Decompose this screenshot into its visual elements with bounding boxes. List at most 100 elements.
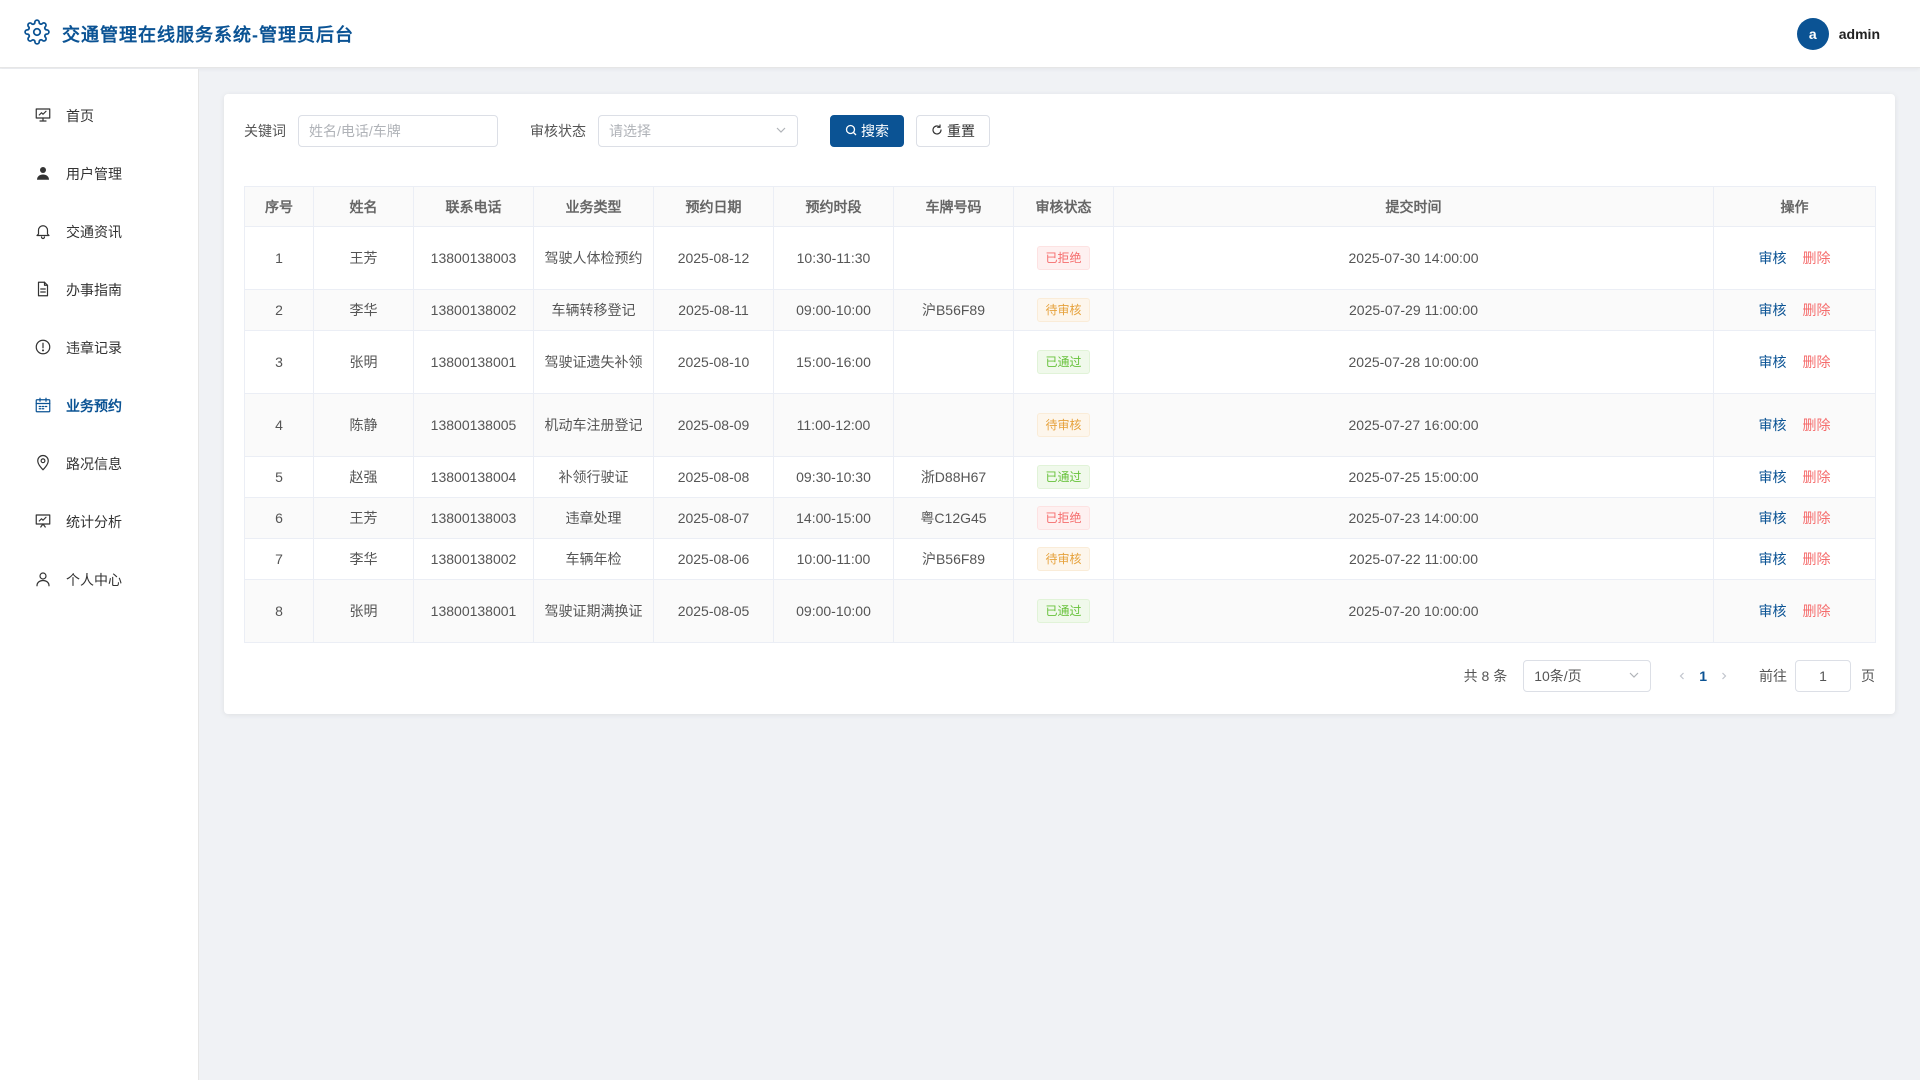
- actions-cell: 审核 删除: [1713, 330, 1876, 394]
- column-header[interactable]: 业务类型: [533, 186, 654, 227]
- plate-number: [893, 330, 1014, 394]
- bell-icon: [34, 222, 52, 243]
- delete-link[interactable]: 删除: [1803, 551, 1831, 567]
- applicant-name: 陈静: [313, 393, 414, 457]
- audit-link[interactable]: 审核: [1759, 417, 1787, 433]
- sidebar-item-news[interactable]: 交通资讯: [0, 203, 198, 261]
- chevron-down-icon: [775, 123, 787, 139]
- app-title: 交通管理在线服务系统-管理员后台: [62, 24, 354, 45]
- phone-number: 13800138003: [413, 226, 534, 290]
- appointment-date: 2025-08-07: [653, 497, 774, 539]
- search-button[interactable]: 搜索: [830, 115, 904, 147]
- audit-link[interactable]: 审核: [1759, 302, 1787, 318]
- appointments-panel: 关键词 姓名/电话/车牌 审核状态 请选择 搜索 重置 序号 姓名 联系电话 业…: [224, 94, 1895, 714]
- column-header[interactable]: 车牌号码: [893, 186, 1014, 227]
- status-badge: 已拒绝: [1037, 246, 1090, 270]
- goto-page-input[interactable]: 1: [1795, 660, 1851, 692]
- prev-page-icon[interactable]: [1677, 668, 1687, 684]
- status-badge: 已拒绝: [1037, 506, 1090, 530]
- reset-button[interactable]: 重置: [916, 115, 990, 147]
- column-header[interactable]: 审核状态: [1013, 186, 1114, 227]
- row-index: 5: [244, 456, 314, 498]
- business-type: 车辆转移登记: [533, 289, 654, 331]
- document-icon: [34, 280, 52, 301]
- plate-number: 沪B56F89: [893, 538, 1014, 580]
- audit-link[interactable]: 审核: [1759, 510, 1787, 526]
- status-cell: 已通过: [1013, 456, 1114, 498]
- delete-link[interactable]: 删除: [1803, 510, 1831, 526]
- sidebar-item-guide[interactable]: 办事指南: [0, 261, 198, 319]
- audit-link[interactable]: 审核: [1759, 250, 1787, 266]
- user-menu[interactable]: a admin: [1796, 17, 1880, 50]
- plate-number: [893, 393, 1014, 457]
- sidebar-item-label: 个人中心: [66, 572, 122, 588]
- column-header[interactable]: 预约日期: [653, 186, 774, 227]
- row-index: 6: [244, 497, 314, 539]
- username[interactable]: admin: [1839, 26, 1880, 42]
- audit-link[interactable]: 审核: [1759, 469, 1787, 485]
- page-number-current[interactable]: 1: [1699, 668, 1707, 684]
- audit-link[interactable]: 审核: [1759, 603, 1787, 619]
- avatar[interactable]: a: [1796, 17, 1829, 50]
- applicant-name: 李华: [313, 538, 414, 580]
- sidebar-item-appointments[interactable]: 业务预约: [0, 377, 198, 435]
- applicant-name: 王芳: [313, 226, 414, 290]
- keyword-input[interactable]: 姓名/电话/车牌: [298, 115, 498, 147]
- sidebar-item-label: 首页: [66, 108, 94, 124]
- column-header[interactable]: 操作: [1713, 186, 1876, 227]
- column-header[interactable]: 预约时段: [773, 186, 894, 227]
- business-type: 补领行驶证: [533, 456, 654, 498]
- sidebar-item-users[interactable]: 用户管理: [0, 145, 198, 203]
- goto-label: 前往: [1759, 668, 1787, 684]
- business-type: 驾驶证遗失补领: [533, 330, 654, 394]
- column-header[interactable]: 序号: [244, 186, 314, 227]
- sidebar-item-profile[interactable]: 个人中心: [0, 551, 198, 609]
- status-select[interactable]: 请选择: [598, 115, 798, 147]
- time-slot: 09:30-10:30: [773, 456, 894, 498]
- page-size-value: 10条/页: [1534, 668, 1582, 684]
- table-row: 4 陈静 13800138005 机动车注册登记 2025-08-09 11:00-12:…: [244, 393, 1876, 457]
- phone-number: 13800138005: [413, 393, 534, 457]
- delete-link[interactable]: 删除: [1803, 469, 1831, 485]
- sidebar-item-home[interactable]: 首页: [0, 87, 198, 145]
- status-placeholder: 请选择: [609, 123, 651, 139]
- appointment-date: 2025-08-09: [653, 393, 774, 457]
- goto-page-value: 1: [1819, 668, 1827, 684]
- reset-button-label: 重置: [947, 123, 975, 139]
- delete-link[interactable]: 删除: [1803, 354, 1831, 370]
- status-badge: 待审核: [1037, 413, 1090, 437]
- row-index: 1: [244, 226, 314, 290]
- plate-number: [893, 226, 1014, 290]
- audit-link[interactable]: 审核: [1759, 551, 1787, 567]
- delete-link[interactable]: 删除: [1803, 417, 1831, 433]
- warning-circle-icon: [34, 338, 52, 359]
- submitted-time: 2025-07-27 16:00:00: [1113, 393, 1714, 457]
- page-size-select[interactable]: 10条/页: [1523, 660, 1652, 692]
- delete-link[interactable]: 删除: [1803, 603, 1831, 619]
- business-type: 驾驶人体检预约: [533, 226, 654, 290]
- sidebar-item-statistics[interactable]: 统计分析: [0, 493, 198, 551]
- plate-number: 沪B56F89: [893, 289, 1014, 331]
- submitted-time: 2025-07-29 11:00:00: [1113, 289, 1714, 331]
- phone-number: 13800138003: [413, 497, 534, 539]
- column-header[interactable]: 提交时间: [1113, 186, 1714, 227]
- top-header: 交通管理在线服务系统-管理员后台 a admin: [0, 0, 1920, 68]
- chart-board-icon: [34, 512, 52, 533]
- column-header[interactable]: 姓名: [313, 186, 414, 227]
- plate-number: 浙D88H67: [893, 456, 1014, 498]
- sidebar-item-label: 业务预约: [66, 398, 122, 414]
- delete-link[interactable]: 删除: [1803, 250, 1831, 266]
- row-index: 7: [244, 538, 314, 580]
- next-page-icon[interactable]: [1719, 668, 1729, 684]
- keyword-label: 关键词: [244, 123, 286, 139]
- column-header[interactable]: 联系电话: [413, 186, 534, 227]
- audit-link[interactable]: 审核: [1759, 354, 1787, 370]
- business-type: 车辆年检: [533, 538, 654, 580]
- applicant-name: 李华: [313, 289, 414, 331]
- sidebar-item-violations[interactable]: 违章记录: [0, 319, 198, 377]
- status-cell: 待审核: [1013, 393, 1114, 457]
- status-badge: 已通过: [1037, 465, 1090, 489]
- delete-link[interactable]: 删除: [1803, 302, 1831, 318]
- status-badge: 待审核: [1037, 547, 1090, 571]
- sidebar-item-road-status[interactable]: 路况信息: [0, 435, 198, 493]
